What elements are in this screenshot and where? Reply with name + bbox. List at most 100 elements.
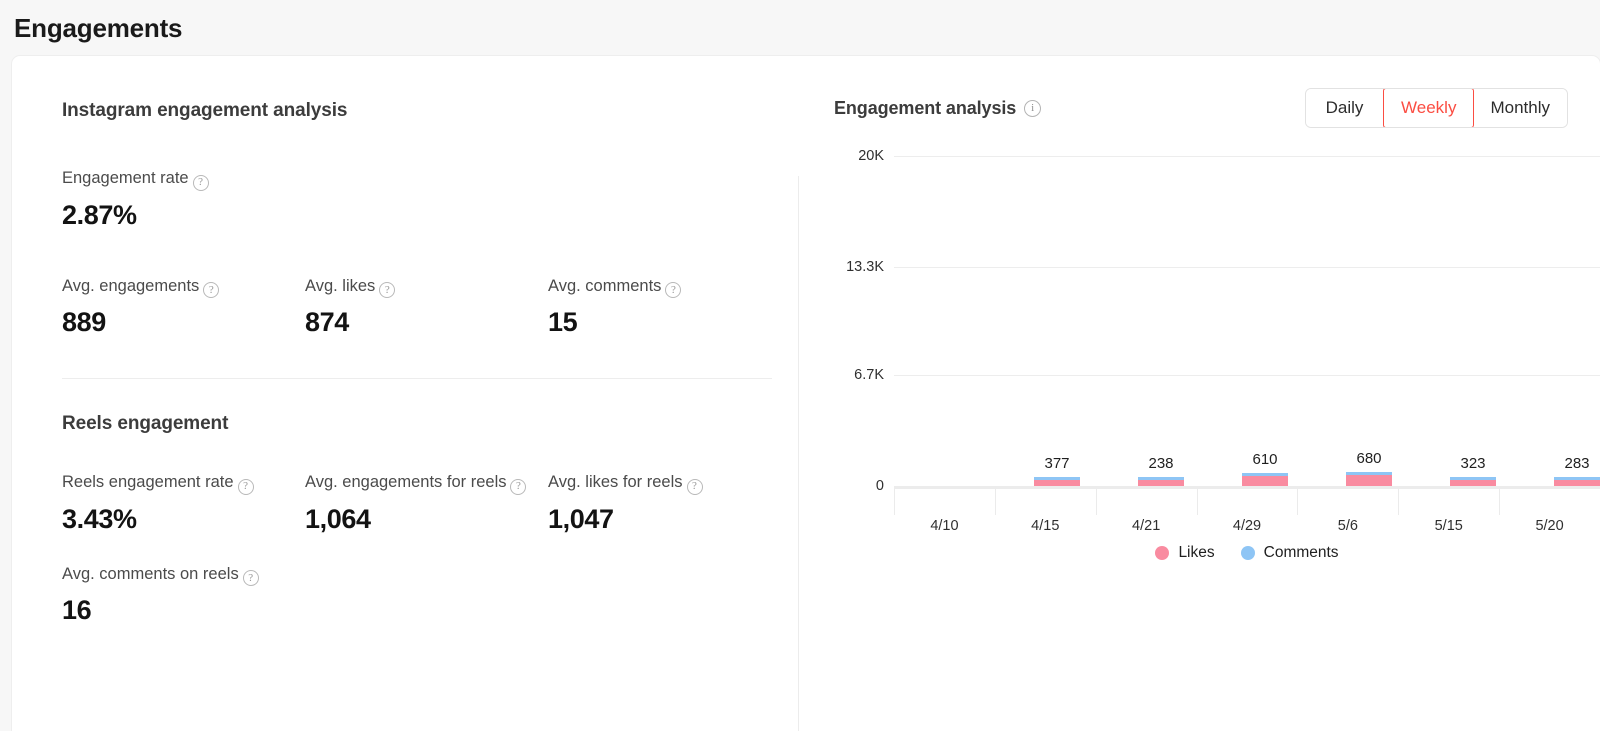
metric-label: Avg. likes for reels	[548, 473, 683, 491]
metric-label: Avg. engagements for reels	[305, 473, 507, 491]
chart-x-axis-labels: 4/10 4/15 4/21 4/29 5/6 5/15 5/20	[894, 518, 1600, 534]
metric-value: 16	[62, 595, 92, 625]
metric-row-reels: Reels engagement rate? 3.43% Avg. engage…	[62, 471, 798, 535]
metric-label-row: Engagement rate?	[62, 167, 798, 191]
help-icon[interactable]: ?	[379, 282, 396, 298]
metric-avg-engagements-for-reels: Avg. engagements for reels? 1,064	[305, 471, 548, 535]
metric-value: 15	[548, 307, 578, 337]
metric-label-row: Reels engagement rate?	[62, 471, 305, 495]
tab-daily[interactable]: Daily	[1306, 89, 1385, 127]
metric-label: Avg. likes	[305, 276, 376, 295]
x-axis-tick-label: 4/29	[1232, 518, 1262, 534]
info-icon[interactable]: i	[1024, 99, 1042, 117]
metric-avg-likes-for-reels: Avg. likes for reels? 1,047	[548, 471, 791, 535]
help-icon[interactable]: ?	[192, 174, 209, 191]
chart-bar-value-label: 377	[1044, 454, 1070, 472]
metric-value: 1,047	[548, 503, 614, 534]
help-icon[interactable]: ?	[665, 282, 682, 298]
chart-bar-slot[interactable]: 238	[1080, 156, 1184, 486]
chart-bar-slot[interactable]: 610	[1184, 156, 1288, 486]
chart-bar-value-label: 610	[1252, 451, 1278, 469]
metric-avg-engagements: Avg. engagements? 889	[62, 275, 305, 339]
chart-bar-stack[interactable]: 680	[1346, 450, 1392, 486]
metric-label-row: Avg. engagements for reels?	[305, 471, 548, 495]
chart-plot-area: 0 6.7K 13.3K 20K 377 238 610 680 323 283 4/10 4/15 4…	[846, 148, 1600, 534]
instagram-engagement-panel: Instagram engagement analysis Engagement…	[12, 56, 799, 731]
x-axis-tick-label: 4/10	[930, 518, 959, 534]
x-axis-tick-label: 5/6	[1337, 518, 1358, 534]
chart-tickmark	[1398, 489, 1499, 515]
help-icon[interactable]: ?	[510, 478, 527, 495]
help-icon[interactable]: ?	[686, 478, 703, 495]
chart-bar-slot[interactable]: 680	[1288, 156, 1392, 486]
chart-header: Engagement analysis i Daily Weekly Month…	[798, 82, 1600, 134]
chart-bar-stack[interactable]: 323	[1450, 455, 1496, 486]
chart-tickmark	[1196, 489, 1298, 515]
chart-bar-value-label: 238	[1148, 455, 1174, 472]
granularity-tab-group: Daily Weekly Monthly	[1305, 88, 1568, 128]
chart-bar-stack[interactable]: 610	[1242, 451, 1288, 486]
chart-bar-slot[interactable]: 377	[976, 156, 1080, 486]
legend-dot-comments	[1240, 546, 1255, 560]
chart-bar-stack[interactable]: 377	[1034, 455, 1080, 486]
metric-value: 874	[305, 307, 349, 337]
metric-reels-engagement-rate: Reels engagement rate? 3.43%	[62, 471, 305, 535]
help-icon[interactable]: ?	[237, 478, 254, 495]
legend-label-likes: Likes	[1178, 544, 1215, 561]
x-axis-tick-label: 5/20	[1535, 518, 1564, 534]
chart-bar-value-label: 283	[1564, 455, 1590, 472]
chart-tickmark	[1095, 489, 1197, 515]
chart-bar-stack[interactable]: 283	[1554, 455, 1600, 486]
help-icon[interactable]: ?	[242, 570, 259, 586]
metric-value: 889	[62, 307, 106, 337]
x-axis-tick-label: 4/21	[1132, 518, 1161, 534]
engagement-analysis-panel: Engagement analysis i Daily Weekly Month…	[798, 56, 1600, 731]
metric-label-row: Avg. likes?	[305, 275, 548, 298]
metric-avg-comments-on-reels: Avg. comments on reels? 16	[62, 563, 305, 627]
metric-label: Avg. comments on reels	[62, 564, 239, 583]
chart-bar-stack[interactable]: 238	[1138, 455, 1184, 486]
metric-avg-comments: Avg. comments? 15	[548, 275, 791, 339]
chart-title: Engagement analysis	[834, 97, 1017, 118]
y-axis-tick-label: 20K	[858, 148, 884, 164]
section-divider	[62, 378, 772, 379]
engagement-bar-chart: 0 6.7K 13.3K 20K 377 238 610 680 323 283 4/10 4/15 4…	[798, 148, 1600, 561]
chart-bar-segment-likes	[1346, 475, 1392, 486]
chart-legend: Likes Comments	[894, 544, 1600, 562]
tab-monthly[interactable]: Monthly	[1473, 89, 1567, 127]
tab-weekly[interactable]: Weekly	[1383, 89, 1475, 127]
section-title-reels: Reels engagement	[62, 413, 229, 434]
chart-tickmark	[1297, 489, 1398, 515]
metric-row-primary: Avg. engagements? 889 Avg. likes? 874 Av…	[62, 275, 798, 339]
metric-label: Avg. comments	[548, 276, 662, 295]
legend-label-comments: Comments	[1263, 544, 1339, 561]
metric-value: 3.43%	[62, 503, 137, 534]
y-axis-tick-label: 0	[875, 478, 884, 494]
help-icon[interactable]: ?	[203, 282, 220, 298]
metric-avg-likes: Avg. likes? 874	[305, 275, 548, 339]
y-axis-tick-label: 13.3K	[846, 258, 884, 275]
metric-label-row: Avg. comments on reels?	[62, 563, 305, 586]
metric-label-row: Avg. engagements?	[62, 275, 305, 298]
chart-bar-value-label: 680	[1356, 450, 1382, 467]
chart-tickmark	[1499, 489, 1600, 515]
page-header: Engagements	[0, 0, 1600, 56]
chart-bar-slot[interactable]	[894, 156, 976, 486]
metric-engagement-rate: Engagement rate? 2.87%	[62, 167, 798, 231]
metric-label-row: Avg. comments?	[548, 275, 791, 298]
x-axis-tick-label: 5/15	[1434, 518, 1463, 534]
metric-label-row: Avg. likes for reels?	[548, 471, 791, 495]
chart-bar-value-label: 323	[1460, 455, 1486, 472]
chart-tickmark	[994, 489, 1096, 515]
chart-bars: 377 238 610 680 323 283	[894, 156, 1600, 486]
chart-x-tickmarks	[894, 489, 1600, 515]
x-axis-tick-label: 4/15	[1031, 518, 1060, 534]
metric-value: 2.87%	[62, 199, 137, 230]
metric-label: Reels engagement rate	[62, 473, 234, 491]
metric-value: 1,064	[305, 503, 371, 534]
legend-item-comments[interactable]: Comments	[1240, 544, 1339, 562]
chart-bar-slot[interactable]: 323	[1392, 156, 1496, 486]
y-axis-tick-label: 6.7K	[854, 367, 884, 384]
chart-bar-slot[interactable]: 283	[1496, 156, 1600, 486]
legend-item-likes[interactable]: Likes	[1155, 544, 1215, 562]
